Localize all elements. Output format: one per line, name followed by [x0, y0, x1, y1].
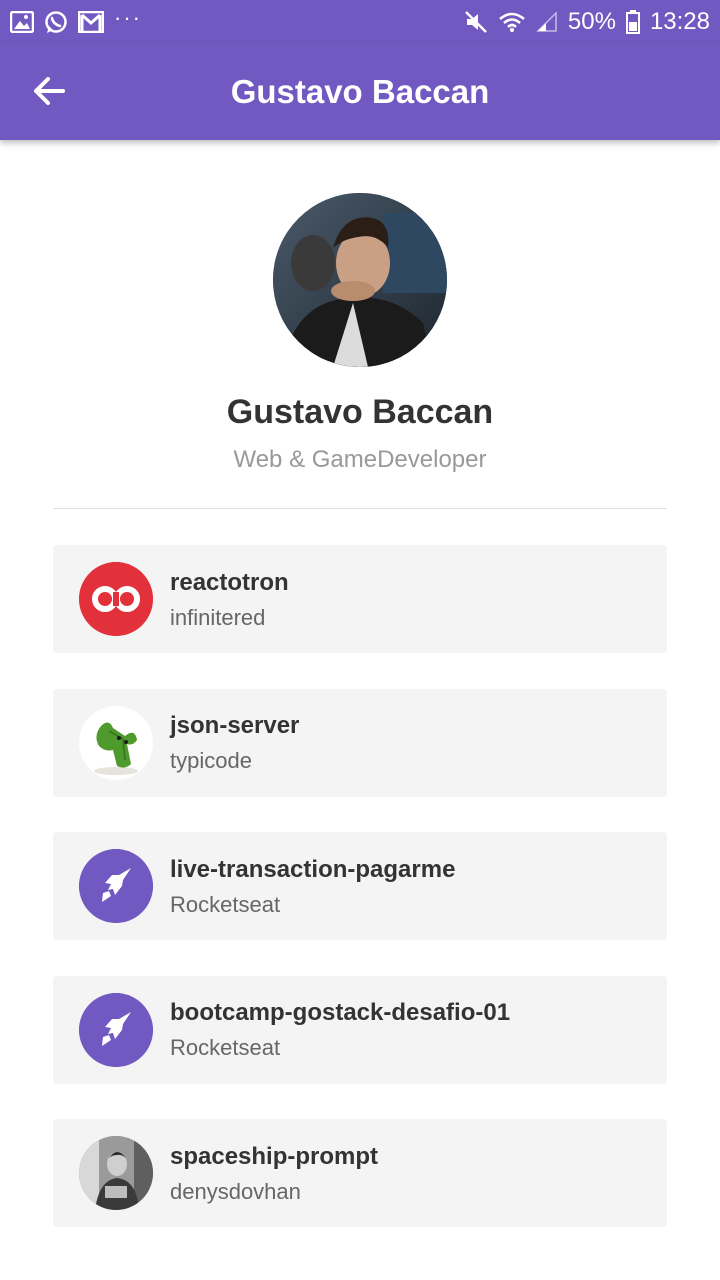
- battery-icon: [625, 10, 640, 34]
- user-photo-icon: [79, 1136, 153, 1210]
- signal-icon: [536, 11, 558, 33]
- user-photo-icon: [273, 193, 447, 367]
- repo-title: spaceship-prompt: [170, 1142, 379, 1170]
- profile-name: Gustavo Baccan: [226, 393, 494, 431]
- repo-title: live-transaction-pagarme: [170, 855, 456, 883]
- starred-list: reactotron infinitered json-server typic…: [53, 545, 667, 1263]
- repo-title: bootcamp-gostack-desafio-01: [170, 999, 511, 1026]
- starred-item-bootcamp-gostack-desafio-01[interactable]: bootcamp-gostack-desafio-01 Rocketseat: [53, 975, 667, 1084]
- profile-avatar: [273, 193, 447, 367]
- back-button[interactable]: [24, 68, 74, 118]
- clock: 13:28: [649, 8, 710, 35]
- infinitered-logo-icon: [79, 562, 153, 636]
- gmail-icon: [78, 11, 104, 33]
- repo-owner: typicode: [170, 748, 252, 773]
- rocketseat-logo-icon: [79, 992, 153, 1067]
- page-title: Gustavo Baccan: [230, 73, 490, 110]
- repo-owner: denysdovhan: [170, 1178, 301, 1204]
- status-bar-left: ···: [10, 5, 142, 34]
- cactus-icon: [79, 705, 153, 780]
- status-bar-right: 50% 13:28: [464, 8, 710, 36]
- mute-icon: [464, 10, 488, 34]
- starred-item-reactotron[interactable]: reactotron infinitered: [53, 545, 667, 653]
- battery-percent: 50%: [567, 8, 616, 35]
- whatsapp-icon: [44, 10, 68, 34]
- divider: [53, 508, 667, 509]
- status-bar: ··· 50% 13:28: [0, 0, 720, 44]
- repo-title: json-server: [170, 712, 300, 739]
- wifi-icon: [498, 11, 526, 33]
- profile-bio: Web & GameDeveloper: [233, 446, 487, 473]
- rocketseat-logo-icon: [79, 849, 153, 923]
- app-bar: Gustavo Baccan: [0, 44, 720, 140]
- repo-title: reactotron: [170, 568, 289, 596]
- more-notifications-icon: ···: [114, 5, 142, 30]
- repo-owner: Rocketseat: [170, 891, 281, 917]
- starred-item-json-server[interactable]: json-server typicode: [53, 688, 667, 797]
- profile-header: Gustavo Baccan Web & GameDeveloper: [0, 140, 720, 474]
- repo-owner: infinitered: [170, 604, 266, 630]
- arrow-left-icon: [33, 76, 65, 110]
- starred-item-spaceship-prompt[interactable]: spaceship-prompt denysdovhan: [53, 1119, 667, 1227]
- starred-item-live-transaction-pagarme[interactable]: live-transaction-pagarme Rocketseat: [53, 832, 667, 940]
- gallery-icon: [10, 11, 34, 33]
- repo-owner: Rocketseat: [170, 1035, 281, 1060]
